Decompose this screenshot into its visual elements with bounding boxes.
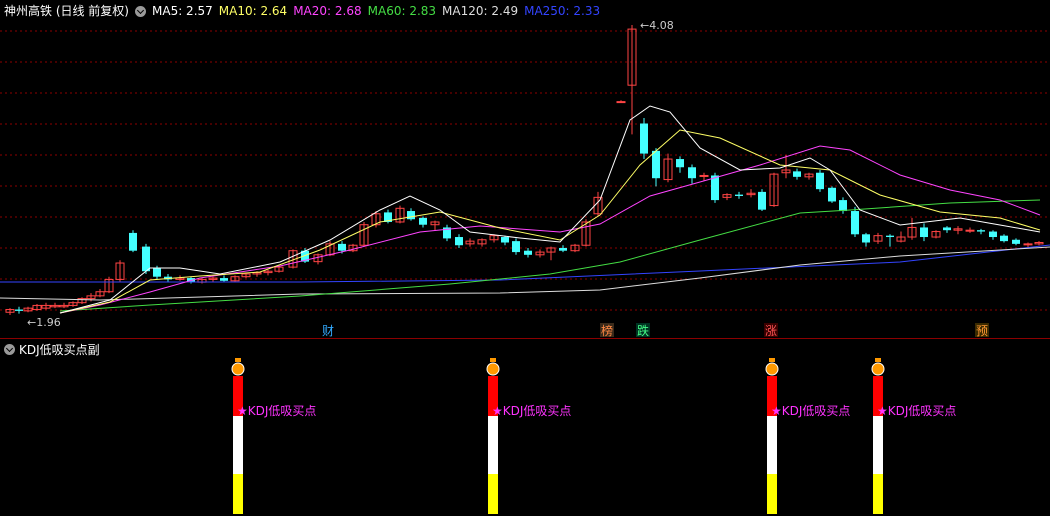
candle-body-up [1023, 243, 1033, 246]
candle-body-down [512, 241, 520, 253]
kdj-signal: ★KDJ低吸买点 [486, 358, 571, 514]
ma10-line [59, 129, 1041, 314]
signal-label: ★KDJ低吸买点 [771, 404, 850, 418]
candle-body-down [524, 250, 532, 255]
stock-title: 神州高铁 (日线 前复权) [4, 4, 129, 18]
event-marker-label: 预 [976, 324, 988, 338]
event-marker: 预 [975, 323, 989, 338]
candle-body-down [676, 159, 684, 168]
sub-settings-icon[interactable] [4, 344, 15, 355]
sub-indicator-title: KDJ低吸买点副 [19, 343, 100, 357]
money-bag-icon [871, 358, 885, 376]
candle-body-down [839, 200, 847, 212]
candle-body-down [407, 211, 415, 220]
ma120-label: MA120: 2.49 [442, 4, 519, 18]
signal-bar-yellow [233, 474, 243, 514]
candle-body-down [1012, 239, 1020, 244]
event-marker-label: 财 [322, 324, 334, 338]
money-bag-neck [769, 358, 775, 362]
chart-header: 神州高铁 (日线 前复权) MA5: 2.57 MA10: 2.64 MA20:… [4, 3, 600, 19]
event-marker: 跌 [636, 323, 650, 338]
high-price-label: ←4.08 [640, 19, 674, 32]
candle-body-down [142, 246, 150, 272]
sub-header: KDJ低吸买点副 [4, 341, 100, 358]
main-chart-panel[interactable]: ←4.08 ←1.96 财 榜 跌 涨 预 神州高铁 (日线 前复权) MA5: 2.57 … [0, 0, 1050, 338]
money-bag-body [765, 362, 779, 376]
candle-body-down [793, 171, 801, 177]
event-marker: 榜 [600, 323, 614, 338]
candle-body-up [699, 174, 709, 177]
candle-body-down [129, 232, 137, 251]
candle-body-down [851, 211, 859, 235]
kdj-signal: ★KDJ低吸买点 [231, 358, 316, 514]
candle-body-down [989, 231, 997, 238]
low-price-label: ←1.96 [27, 316, 61, 329]
money-bag-icon [765, 358, 779, 376]
ma20-label: MA20: 2.68 [293, 4, 362, 18]
signal-bar-white [233, 416, 243, 474]
kdj-signal: ★KDJ低吸买点 [765, 358, 850, 514]
candle-body-down [220, 278, 228, 281]
ma10-label: MA10: 2.64 [218, 4, 288, 18]
signal-label: ★KDJ低吸买点 [492, 404, 571, 418]
candle-body-down [828, 187, 836, 202]
money-bag-body [871, 362, 885, 376]
ma5-label: MA5: 2.57 [152, 4, 213, 18]
signal-bar-yellow [873, 474, 883, 514]
candle-body-down [559, 247, 567, 251]
candle-body-down [501, 237, 509, 243]
signal-label: ★KDJ低吸买点 [237, 404, 316, 418]
event-marker-label: 跌 [637, 323, 649, 338]
candle-body-down [943, 227, 951, 231]
event-marker: 涨 [764, 323, 778, 338]
signal-bar-white [767, 416, 777, 474]
money-bag-body [231, 362, 245, 376]
money-bag-neck [235, 358, 241, 362]
candle-body-down [758, 191, 766, 210]
candle-body-down [886, 235, 894, 238]
settings-icon[interactable] [135, 5, 146, 17]
signal-bar-yellow [767, 474, 777, 514]
candle-body-up [965, 229, 975, 232]
candle-body-down [338, 243, 346, 251]
signal-label: ★KDJ低吸买点 [877, 404, 956, 418]
candlestick-chart[interactable]: ←4.08 ←1.96 财 榜 跌 涨 预 [0, 0, 1050, 338]
ma60-label: MA60: 2.83 [367, 4, 437, 18]
ma250-label: MA250: 2.33 [524, 4, 601, 18]
money-bag-body [486, 362, 500, 376]
event-marker: 财 [321, 323, 335, 338]
candle-body-down [419, 217, 427, 225]
candle-body-down [15, 309, 23, 311]
candle-body-down [977, 230, 985, 232]
candle-body-down [640, 123, 648, 154]
candle-body-down [688, 167, 696, 179]
candle-body-up [616, 101, 626, 104]
candle-body-down [920, 227, 928, 238]
candle-body-down [816, 172, 824, 190]
money-bag-icon [231, 358, 245, 376]
candle-body-down [1000, 235, 1008, 242]
candle-body-down [711, 175, 719, 201]
candle-body-down [455, 237, 463, 246]
candle-body-down [862, 234, 870, 243]
signal-bar-white [873, 416, 883, 474]
candle-body-down [153, 268, 161, 277]
event-marker-label: 涨 [765, 323, 777, 338]
money-bag-icon [486, 358, 500, 376]
signal-bar-yellow [488, 474, 498, 514]
money-bag-neck [490, 358, 496, 362]
candle-body-down [735, 194, 743, 196]
money-bag-neck [875, 358, 881, 362]
event-marker-label: 榜 [601, 323, 613, 338]
kdj-signal: ★KDJ低吸买点 [871, 358, 956, 514]
candle-body-down [652, 150, 660, 179]
kdj-sub-panel[interactable]: ★KDJ低吸买点 ★KDJ低吸买点 ★KDJ低吸买点 ★KDJ低吸买点 KDJ低吸买点… [0, 339, 1050, 516]
kdj-signal-chart[interactable]: ★KDJ低吸买点 ★KDJ低吸买点 ★KDJ低吸买点 ★KDJ低吸买点 [0, 339, 1050, 516]
signal-bar-white [488, 416, 498, 474]
ma20-line [59, 145, 1041, 314]
